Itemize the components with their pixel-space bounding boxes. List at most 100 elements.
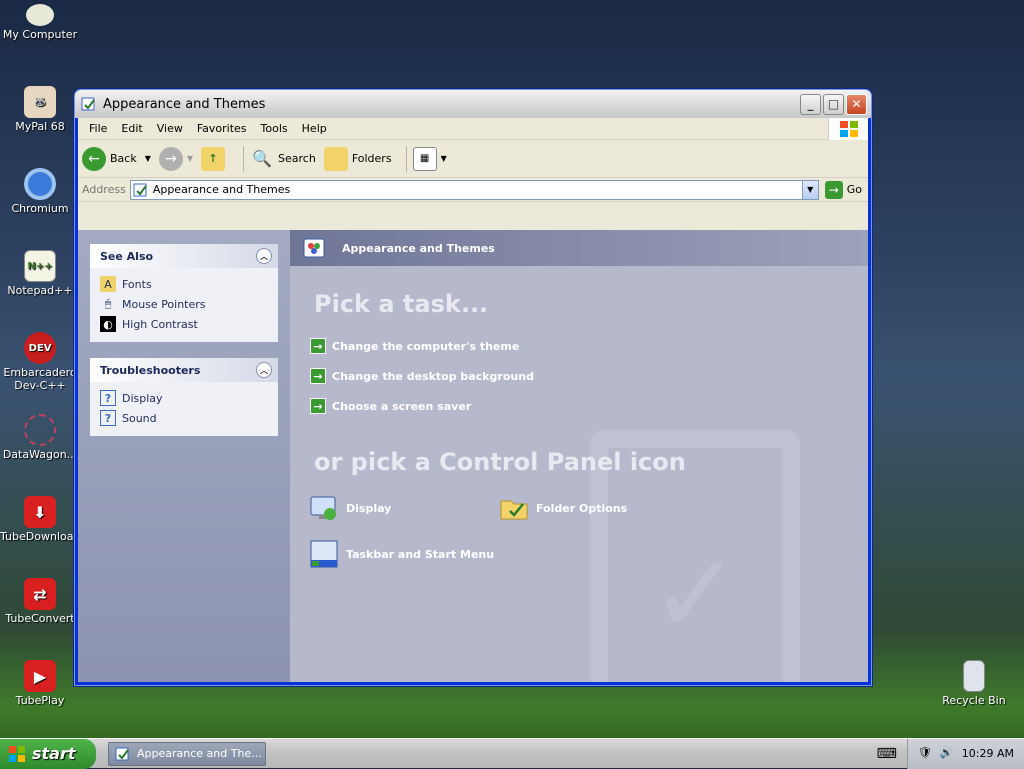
menu-favorites[interactable]: Favorites (190, 122, 254, 135)
taskbar-item-label: Appearance and The... (137, 747, 262, 760)
desktop-icon-tubeplay[interactable]: ▶ TubePlay (0, 660, 80, 707)
address-label: Address (82, 183, 126, 196)
chevron-up-icon[interactable]: ︿ (256, 362, 272, 378)
forward-button[interactable]: → ▼ (158, 146, 193, 171)
task-arrow-icon: → (310, 398, 326, 414)
recycle-bin-icon (963, 660, 985, 692)
forward-arrow-icon: → (158, 146, 183, 171)
address-input[interactable]: Appearance and Themes ▼ (129, 179, 819, 200)
contrast-icon: ◐ (100, 316, 116, 332)
security-icon[interactable]: 🛡 (918, 746, 934, 762)
windows-logo-icon (828, 118, 868, 140)
troubleshooter-item-display[interactable]: ? Display (100, 388, 268, 408)
menu-edit[interactable]: Edit (114, 122, 149, 135)
chromium-icon (24, 168, 56, 200)
start-label: start (32, 744, 76, 763)
back-button[interactable]: ← Back ▼ (82, 146, 151, 171)
search-button[interactable]: 🔍 Search (250, 147, 316, 171)
troubleshooters-header[interactable]: Troubleshooters ︿ (90, 358, 278, 382)
folders-button[interactable]: Folders (323, 146, 392, 171)
close-button[interactable]: ✕ (846, 93, 867, 115)
views-button[interactable]: ▦ ▼ (412, 146, 447, 171)
explorer-window: Appearance and Themes _ □ ✕ File Edit Vi… (74, 89, 872, 686)
content-area: See Also ︿ A Fonts 🖱 Mouse Pointers ◐ Hi… (78, 230, 868, 682)
see-also-panel: See Also ︿ A Fonts 🖱 Mouse Pointers ◐ Hi… (90, 244, 278, 342)
toolbar-separator (243, 145, 245, 172)
window-title: Appearance and Themes (103, 96, 266, 112)
help-icon: ? (100, 390, 116, 406)
cp-icon-taskbar[interactable]: Taskbar and Start Menu (308, 538, 494, 570)
minimize-button[interactable]: _ (800, 93, 821, 115)
chevron-up-icon[interactable]: ︿ (256, 248, 272, 264)
see-also-item-mouse-pointers[interactable]: 🖱 Mouse Pointers (100, 294, 268, 314)
cp-icon-folder-options[interactable]: Folder Options (498, 492, 627, 524)
task-screen-saver[interactable]: → Choose a screen saver (310, 398, 471, 414)
desktop-icon-tubedownload[interactable]: ⬇ TubeDownload... (0, 496, 91, 543)
desktop-icon-label: TubeDownload... (0, 530, 91, 543)
see-also-item-fonts[interactable]: A Fonts (100, 274, 268, 294)
see-also-item-high-contrast[interactable]: ◐ High Contrast (100, 314, 268, 334)
watermark-check-icon: ✓ (650, 530, 743, 658)
taskbar-item-appearance[interactable]: Appearance and The... (108, 741, 266, 766)
see-also-header[interactable]: See Also ︿ (90, 244, 278, 268)
menu-help[interactable]: Help (295, 122, 334, 135)
category-header: Appearance and Themes (290, 230, 868, 266)
back-arrow-icon: ← (82, 146, 106, 171)
menu-view[interactable]: View (150, 122, 190, 135)
notepad-icon: N++ (24, 250, 56, 282)
desktop-icon-tubeconvert[interactable]: ⇄ TubeConvert (0, 578, 80, 625)
datawagon-icon (24, 414, 56, 446)
see-also-item-label: Fonts (122, 277, 152, 291)
system-tray: 🛡 🔊 10:29 AM (906, 738, 1024, 769)
desktop-icon-label: Embarcadero Dev-C++ (3, 366, 77, 392)
cp-icon-label: Taskbar and Start Menu (346, 547, 495, 561)
see-also-item-label: High Contrast (122, 317, 198, 331)
desktop-icon-label: TubeConvert (5, 612, 75, 625)
task-change-theme[interactable]: → Change the computer's theme (310, 338, 519, 354)
start-button[interactable]: start (0, 738, 96, 769)
desktop-icon-label: TubePlay (15, 694, 65, 707)
up-folder-button[interactable]: ↑ (201, 146, 229, 171)
address-dropdown-button[interactable]: ▼ (801, 180, 818, 199)
desktop-icon-my-computer[interactable]: My Computer (0, 4, 80, 41)
control-panel-icon (133, 183, 147, 196)
back-label: Back (110, 152, 137, 165)
troubleshooters-panel: Troubleshooters ︿ ? Display ? Sound (90, 358, 278, 436)
search-icon: 🔍 (252, 149, 272, 168)
task-arrow-icon: → (310, 368, 326, 384)
desktop-icon-label: Chromium (11, 202, 69, 215)
menu-file[interactable]: File (82, 122, 114, 135)
desktop-icon-notepad[interactable]: N++ Notepad++ (0, 250, 80, 297)
desktop-icon-datawagon[interactable]: DataWagon... (0, 414, 80, 461)
cp-icon-label: Folder Options (536, 501, 628, 515)
chevron-down-icon[interactable]: ▼ (145, 154, 151, 163)
cp-icon-display[interactable]: Display (308, 492, 391, 524)
chevron-down-icon[interactable]: ▼ (187, 154, 193, 163)
troubleshooter-item-label: Sound (122, 411, 157, 425)
troubleshooter-item-sound[interactable]: ? Sound (100, 408, 268, 428)
volume-icon[interactable]: 🔊 (940, 746, 956, 762)
tubedownload-icon: ⬇ (24, 496, 56, 528)
mypal-icon: 🦝 (24, 86, 56, 118)
task-pane: See Also ︿ A Fonts 🖱 Mouse Pointers ◐ Hi… (78, 230, 290, 682)
desktop-icon-recycle-bin[interactable]: Recycle Bin (934, 660, 1014, 707)
chevron-down-icon[interactable]: ▼ (441, 154, 447, 163)
desktop-icon-label: MyPal 68 (15, 120, 65, 133)
go-button[interactable]: → Go (824, 180, 862, 199)
see-also-body: A Fonts 🖱 Mouse Pointers ◐ High Contrast (90, 268, 278, 342)
pick-task-title: Pick a task... (314, 290, 489, 318)
task-change-background[interactable]: → Change the desktop background (310, 368, 534, 384)
taskbar: start Appearance and The... ⌨ 🛡 🔊 10:29 … (0, 738, 1024, 769)
keyboard-icon[interactable]: ⌨ (877, 746, 897, 762)
desktop-icon-chromium[interactable]: Chromium (0, 168, 80, 215)
category-title: Appearance and Themes (342, 241, 495, 255)
clock[interactable]: 10:29 AM (962, 747, 1014, 760)
maximize-button[interactable]: □ (823, 93, 844, 115)
menu-tools[interactable]: Tools (254, 122, 295, 135)
desktop-icon-label: DataWagon... (2, 448, 78, 461)
computer-icon (26, 4, 54, 26)
desktop-icon-devcpp[interactable]: DEV Embarcadero Dev-C++ (0, 332, 80, 392)
desktop-icon-mypal[interactable]: 🦝 MyPal 68 (0, 86, 80, 133)
toolbar: ← Back ▼ → ▼ ↑ 🔍 Search Folders ▦ ▼ (78, 140, 868, 178)
title-bar[interactable]: Appearance and Themes _ □ ✕ (75, 90, 871, 118)
